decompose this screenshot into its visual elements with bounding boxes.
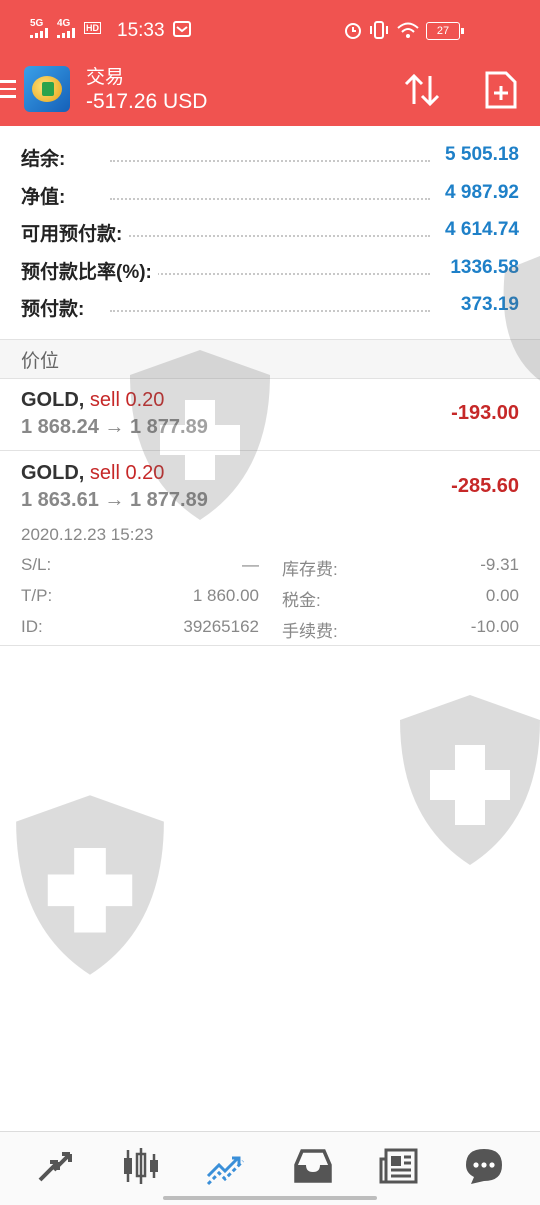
nav-chart[interactable] <box>117 1144 165 1188</box>
shield-watermark-icon <box>16 795 164 975</box>
equity-value: 4 987.92 <box>439 181 519 204</box>
position-symbol: GOLD, <box>21 462 85 484</box>
cell-signal-icon <box>57 28 75 38</box>
summary-row-balance: 结余: 5 505.18 <box>0 140 540 178</box>
free-margin-label: 可用预付款: <box>21 219 129 246</box>
nav-quotes[interactable] <box>31 1144 79 1188</box>
positions-section-header: 价位 <box>0 339 540 379</box>
swap-value: -9.31 <box>480 555 519 574</box>
vibrate-icon <box>370 21 388 39</box>
tp-value: 1 860.00 <box>192 586 259 605</box>
equity-label: 净值: <box>21 181 72 209</box>
nav-news[interactable] <box>375 1144 423 1188</box>
position-side: sell 0.20 <box>89 462 165 484</box>
summary-row-margin-level: 预付款比率(%): 1336.58 <box>0 253 540 291</box>
alarm-icon <box>345 23 361 39</box>
position-profit: -193.00 <box>451 402 519 424</box>
swap-label: 库存费: <box>282 560 338 579</box>
quotes-icon <box>38 1152 72 1182</box>
app-logo <box>24 66 70 112</box>
messages-icon <box>466 1149 502 1184</box>
history-icon <box>294 1149 332 1183</box>
page-title: 交易 <box>86 67 125 88</box>
news-icon <box>379 1148 418 1184</box>
margin-level-value: 1336.58 <box>444 256 519 279</box>
free-margin-value: 4 614.74 <box>439 219 519 241</box>
position-symbol: GOLD, <box>21 389 85 411</box>
nav-messages[interactable] <box>460 1144 508 1188</box>
new-order-icon[interactable] <box>484 70 518 110</box>
status-time: 15:33 <box>117 20 165 41</box>
id-label: ID: <box>21 617 43 636</box>
sl-label: S/L: <box>21 555 52 574</box>
nav-trade[interactable] <box>203 1144 251 1188</box>
position-row[interactable]: GOLD, sell 0.20 1 868.24 → 1 877.89 -193… <box>0 378 540 451</box>
chart-icon <box>124 1148 158 1184</box>
header-profit: -517.26 USD <box>86 90 208 113</box>
wifi-icon <box>397 22 419 38</box>
trade-icon <box>206 1156 245 1186</box>
position-prices: 1 863.61 → 1 877.89 <box>21 489 208 511</box>
menu-icon[interactable] <box>0 80 16 103</box>
sort-icon[interactable] <box>402 70 442 110</box>
shield-watermark-icon <box>400 695 540 865</box>
status-bar: 5G 4G HD 15:33 27 <box>0 0 540 62</box>
summary-row-equity: 净值: 4 987.92 <box>0 178 540 216</box>
tax-value: 0.00 <box>485 586 519 605</box>
account-summary: 结余: 5 505.18 净值: 4 987.92 可用预付款: 4 614.7… <box>0 140 540 328</box>
fee-label: 手续费: <box>282 622 338 641</box>
app-header: 5G 4G HD 15:33 27 交易 -517.26 USD <box>0 0 540 126</box>
summary-row-margin: 预付款: 373.19 <box>0 290 540 328</box>
tp-label: T/P: <box>21 586 53 605</box>
margin-value: 373.19 <box>454 294 519 316</box>
position-profit: -285.60 <box>451 475 519 497</box>
mail-icon <box>173 21 191 37</box>
position-open-time: 2020.12.23 15:23 <box>21 525 154 544</box>
margin-label: 预付款: <box>21 294 91 321</box>
margin-level-label: 预付款比率(%): <box>21 256 158 284</box>
battery-indicator: 27 <box>426 22 464 40</box>
tax-label: 税金: <box>282 591 321 610</box>
summary-row-free-margin: 可用预付款: 4 614.74 <box>0 215 540 253</box>
hd-badge: HD <box>84 22 101 34</box>
position-prices: 1 868.24 → 1 877.89 <box>21 416 208 438</box>
position-side: sell 0.20 <box>89 389 165 411</box>
home-indicator[interactable] <box>163 1196 377 1200</box>
section-title: 价位 <box>21 351 60 372</box>
nav-history[interactable] <box>289 1144 337 1188</box>
fee-value: -10.00 <box>470 617 519 636</box>
balance-value: 5 505.18 <box>439 144 519 166</box>
bottom-navigation <box>0 1131 540 1205</box>
cell-signal-icon <box>30 28 48 38</box>
id-value: 39265162 <box>183 617 259 636</box>
position-row[interactable]: GOLD, sell 0.20 1 863.61 → 1 877.89 -285… <box>0 451 540 646</box>
balance-label: 结余: <box>21 144 72 171</box>
sl-value: — <box>242 555 259 574</box>
